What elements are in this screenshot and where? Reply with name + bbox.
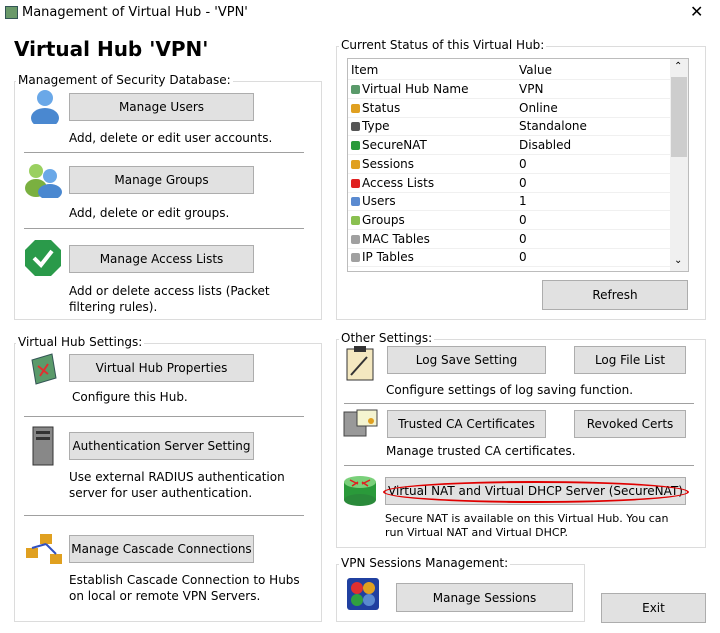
log-file-list-button[interactable]: Log File List — [574, 346, 686, 374]
highlight-ellipse — [383, 481, 689, 503]
list-item[interactable]: Users 1 — [348, 192, 670, 212]
status-list[interactable]: Item Value Virtual Hub Name VPN Status Onli… — [347, 58, 689, 272]
securenat-description: Secure NAT is available on this Virtual … — [385, 512, 669, 539]
item-name: Type — [351, 119, 390, 133]
list-item[interactable]: MAC Tables 0 — [348, 230, 670, 249]
hub-icon — [351, 85, 360, 94]
list-item[interactable]: IP Tables 0 — [348, 248, 670, 268]
divider — [24, 416, 304, 417]
item-name: Access Lists — [351, 176, 434, 190]
manage-cascade-connections-button[interactable]: Manage Cascade Connections — [69, 535, 254, 563]
item-name: MAC Tables — [351, 232, 430, 246]
item-value: Standalone — [519, 119, 587, 134]
list-item[interactable]: Virtual Hub Name VPN — [348, 80, 670, 99]
status-icon — [351, 103, 360, 113]
title-bar: Management of Virtual Hub - 'VPN' ✕ — [0, 0, 720, 26]
item-value: 1 — [519, 194, 527, 209]
close-button[interactable]: ✕ — [690, 2, 703, 21]
trusted-ca-certificates-button[interactable]: Trusted CA Certificates — [387, 410, 546, 438]
cascade-icon — [26, 534, 62, 564]
item-name: Status — [351, 101, 400, 115]
divider — [24, 152, 304, 153]
list-item[interactable]: Sessions 0 — [348, 155, 670, 174]
item-value: 0 — [519, 231, 527, 246]
exit-button[interactable]: Exit — [601, 593, 706, 623]
list-item[interactable]: Type Standalone — [348, 117, 670, 137]
current-status-label: Current Status of this Virtual Hub: — [339, 38, 547, 52]
manage-access-lists-description: Add or delete access lists (Packet filte… — [69, 284, 270, 314]
server-icon — [32, 426, 54, 466]
checkmark-shield-icon — [25, 240, 61, 276]
user-icon — [351, 197, 360, 207]
item-name: IP Tables — [351, 250, 414, 264]
divider — [24, 515, 304, 516]
divider — [24, 228, 304, 229]
other-settings-label: Other Settings: — [339, 331, 435, 345]
router-icon — [344, 476, 376, 506]
list-item[interactable]: Access Lists 0 — [348, 174, 670, 193]
manage-access-lists-button[interactable]: Manage Access Lists — [69, 245, 254, 273]
scrollbar-thumb[interactable] — [671, 77, 687, 157]
item-value: 0 — [519, 156, 527, 171]
divider — [344, 403, 694, 404]
column-header-value[interactable]: Value — [519, 63, 552, 77]
item-value: 0 — [519, 250, 527, 265]
item-name: Users — [351, 194, 396, 208]
authentication-server-description: Use external RADIUS authentication serve… — [69, 470, 285, 500]
manage-groups-button[interactable]: Manage Groups — [69, 166, 254, 194]
manage-users-description: Add, delete or edit user accounts. — [69, 131, 273, 145]
log-description: Configure settings of log saving functio… — [386, 383, 634, 397]
item-value: Online — [519, 100, 558, 115]
sessions-icon — [351, 159, 360, 169]
group-icon — [25, 164, 62, 198]
group-icon — [351, 215, 360, 225]
ca-description: Manage trusted CA certificates. — [386, 444, 576, 458]
sessions-icon — [347, 578, 379, 610]
item-name: SecureNAT — [351, 138, 427, 152]
manage-groups-description: Add, delete or edit groups. — [69, 206, 230, 220]
item-value: 0 — [519, 212, 527, 227]
server-icon — [351, 122, 360, 132]
certificate-icon — [343, 409, 378, 437]
manage-users-button[interactable]: Manage Users — [69, 93, 254, 121]
security-database-label: Management of Security Database: — [16, 73, 233, 87]
item-value: Disabled — [519, 138, 572, 153]
list-header: Item Value — [348, 61, 670, 80]
divider — [344, 465, 694, 466]
revoked-certs-button[interactable]: Revoked Certs — [574, 410, 686, 438]
page-title: Virtual Hub 'VPN' — [14, 37, 209, 61]
item-name: Sessions — [351, 157, 414, 171]
refresh-button[interactable]: Refresh — [542, 280, 688, 310]
virtual-hub-settings-label: Virtual Hub Settings: — [16, 335, 145, 349]
virtual-hub-properties-description: Configure this Hub. — [72, 390, 188, 404]
mac-table-icon — [351, 234, 360, 244]
ip-table-icon — [351, 253, 360, 263]
column-header-item[interactable]: Item — [351, 63, 378, 77]
item-value: 0 — [519, 175, 527, 190]
list-item[interactable]: Status Online — [348, 99, 670, 118]
manage-sessions-button[interactable]: Manage Sessions — [396, 583, 573, 612]
hub-properties-icon — [31, 353, 57, 385]
clipboard-icon — [346, 346, 374, 381]
user-icon — [31, 90, 59, 124]
securenat-icon — [351, 141, 360, 151]
cascade-description: Establish Cascade Connection to Hubs on … — [69, 573, 300, 603]
window-title: Management of Virtual Hub - 'VPN' — [22, 5, 248, 20]
virtual-hub-properties-button[interactable]: Virtual Hub Properties — [69, 354, 254, 382]
app-icon — [5, 6, 18, 19]
authentication-server-setting-button[interactable]: Authentication Server Setting — [69, 432, 254, 460]
scroll-up-icon[interactable]: ⌃ — [674, 61, 682, 72]
item-name: Groups — [351, 213, 405, 227]
scroll-down-icon[interactable]: ⌄ — [674, 255, 682, 266]
list-item[interactable]: Groups 0 — [348, 211, 670, 230]
access-list-icon — [351, 178, 360, 188]
item-value: VPN — [519, 82, 544, 96]
list-item[interactable]: SecureNAT Disabled — [348, 136, 670, 156]
item-name: Virtual Hub Name — [351, 82, 469, 96]
log-save-setting-button[interactable]: Log Save Setting — [387, 346, 546, 374]
vpn-sessions-label: VPN Sessions Management: — [339, 556, 511, 570]
